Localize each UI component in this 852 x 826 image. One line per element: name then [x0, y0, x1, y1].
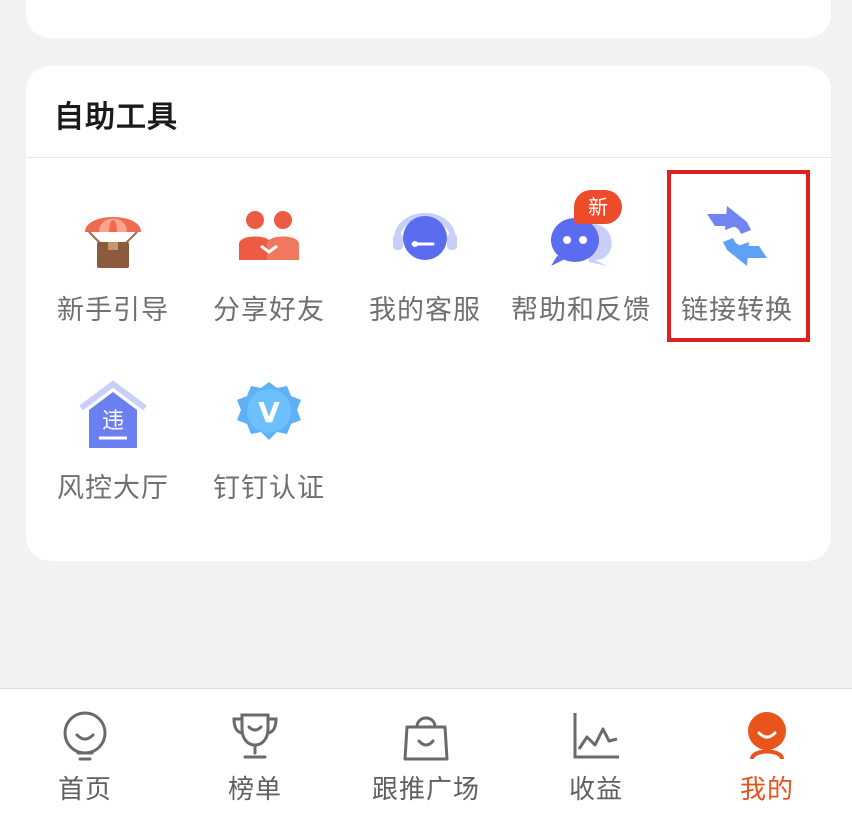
home-face-icon — [63, 711, 107, 761]
section-title: 自助工具 — [54, 100, 178, 135]
divider — [26, 157, 831, 158]
parachute-box-icon — [85, 217, 141, 268]
top-card — [26, 0, 831, 38]
tool-risk-hall[interactable]: 违 风控大厅 — [38, 348, 188, 504]
tool-label: 帮助和反馈 — [511, 295, 651, 326]
bottom-tab-bar: 首页 榜单 跟推广场 收益 我的 — [0, 688, 852, 826]
new-badge: 新 — [574, 190, 622, 224]
tool-customer-service[interactable]: 我的客服 — [350, 170, 500, 326]
dingtalk-badge-icon: V — [237, 382, 301, 440]
tab-label: 首页 — [57, 775, 112, 805]
tab-label: 收益 — [568, 775, 623, 805]
self-service-tools-card: 自助工具 新手引导 分享好友 我的客服 帮助和反馈 新 链接转换 违 风控大厅 … — [26, 66, 831, 561]
convert-arrows-icon — [707, 206, 767, 266]
trophy-icon — [232, 713, 278, 759]
tab-follow-square[interactable]: 跟推广场 — [341, 689, 511, 826]
shopping-bag-icon — [403, 716, 449, 761]
tab-home[interactable]: 首页 — [0, 689, 170, 826]
tab-earnings[interactable]: 收益 — [511, 689, 681, 826]
tool-link-convert[interactable]: 链接转换 — [662, 170, 812, 326]
tab-ranking[interactable]: 榜单 — [170, 689, 340, 826]
headset-icon — [393, 213, 457, 260]
earnings-chart-icon — [573, 713, 619, 759]
tool-label: 链接转换 — [681, 295, 793, 326]
tab-label: 跟推广场 — [371, 775, 480, 805]
tool-label: 我的客服 — [369, 295, 481, 326]
tool-label: 分享好友 — [213, 295, 325, 326]
tool-newbie-guide[interactable]: 新手引导 — [38, 170, 188, 326]
svg-text:V: V — [258, 396, 280, 429]
tool-label: 风控大厅 — [57, 473, 169, 504]
tab-label: 榜单 — [227, 775, 282, 805]
tab-label: 我的 — [739, 775, 794, 805]
risk-house-icon: 违 — [79, 381, 147, 448]
tool-label: 钉钉认证 — [213, 473, 325, 504]
tool-share-friends[interactable]: 分享好友 — [194, 170, 344, 326]
friends-icon — [239, 211, 299, 260]
tab-mine[interactable]: 我的 — [682, 689, 852, 826]
profile-face-icon — [748, 712, 786, 760]
svg-text:违: 违 — [102, 409, 124, 434]
tool-label: 新手引导 — [57, 295, 169, 326]
tool-dingtalk-verify[interactable]: V 钉钉认证 — [194, 348, 344, 504]
